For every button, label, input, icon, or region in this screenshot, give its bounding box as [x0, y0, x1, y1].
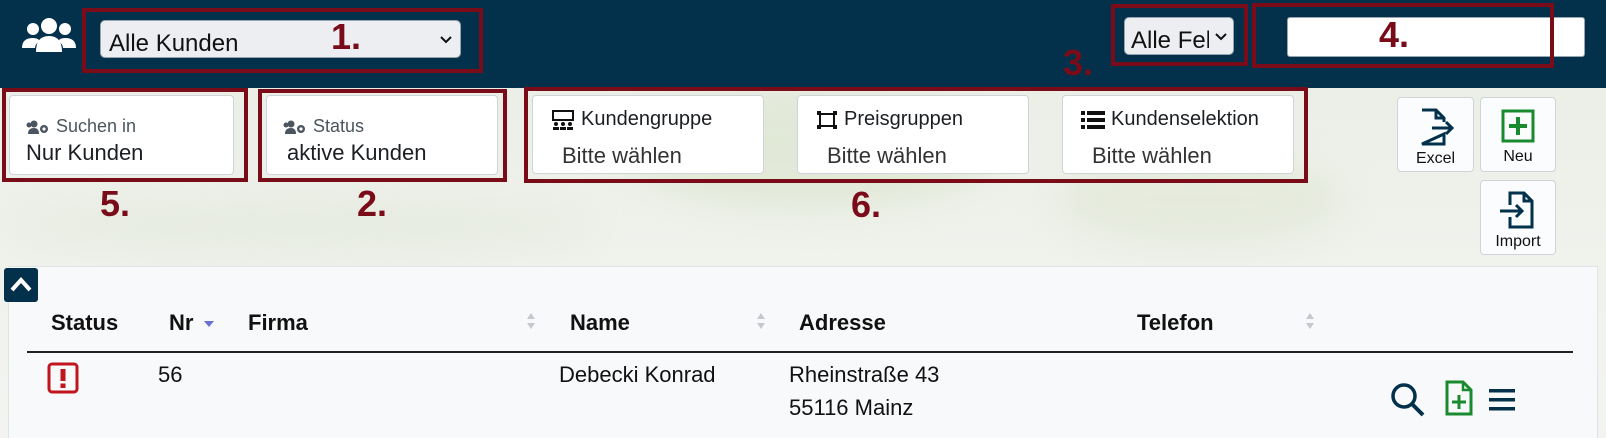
kundengruppe-card[interactable]: Kundengruppe Bitte wählen: [532, 95, 764, 174]
price-group-icon: [817, 110, 837, 129]
search-in-label: Suchen in: [56, 116, 137, 136]
file-import-icon: [1500, 191, 1534, 229]
file-export-icon: [1420, 108, 1454, 146]
preisgruppen-card[interactable]: Preisgruppen Bitte wählen: [797, 95, 1029, 174]
background-blotch: [0, 190, 600, 260]
annotation-frame-3: [1111, 4, 1248, 66]
col-header-telefon[interactable]: Telefon: [1137, 310, 1214, 336]
import-label: Import: [1495, 233, 1541, 250]
list-icon: [1081, 110, 1105, 129]
users-cog-icon: [26, 120, 48, 134]
customer-group-icon: [552, 109, 574, 130]
col-header-name[interactable]: Name: [570, 310, 630, 336]
annotation-4: 4.: [1379, 14, 1410, 55]
search-in-label-row: Suchen in: [26, 116, 136, 137]
users-cog-icon: [283, 120, 305, 134]
header-divider: [27, 351, 1573, 353]
annotation-3: 3.: [1063, 42, 1094, 83]
annotation-frame-1: [82, 8, 483, 73]
annotation-2: 2.: [357, 183, 388, 224]
status-label-row: Status: [283, 116, 364, 137]
status-value: aktive Kunden: [287, 140, 427, 165]
collapse-button[interactable]: [4, 268, 38, 302]
menu-icon[interactable]: [1488, 385, 1516, 415]
import-button[interactable]: Import: [1480, 180, 1556, 255]
kundenselektion-label-row: Kundenselektion: [1081, 108, 1259, 131]
col-header-status[interactable]: Status: [51, 310, 118, 336]
row-street: Rheinstraße 43: [789, 362, 940, 387]
users-icon[interactable]: [22, 16, 76, 56]
col-header-nr[interactable]: Nr: [169, 310, 193, 336]
row-name: Debecki Konrad: [559, 362, 716, 387]
sort-icon[interactable]: [755, 310, 767, 332]
col-header-adresse[interactable]: Adresse: [799, 310, 886, 336]
new-button[interactable]: Neu: [1480, 97, 1556, 172]
status-card[interactable]: Status aktive Kunden: [266, 95, 498, 175]
plus-square-icon: [1501, 109, 1535, 143]
chevron-up-icon: [10, 277, 32, 292]
search-icon[interactable]: [1390, 382, 1426, 418]
new-label: Neu: [1503, 148, 1533, 165]
annotation-5: 5.: [100, 183, 131, 224]
annotation-6: 6.: [851, 184, 882, 225]
kundengruppe-value: Bitte wählen: [562, 143, 682, 168]
sort-icon[interactable]: [1304, 310, 1316, 332]
status-label: Status: [313, 116, 365, 136]
sort-icon[interactable]: [525, 310, 537, 332]
row-city: 55116 Mainz: [789, 395, 914, 420]
kundenselektion-card[interactable]: Kundenselektion Bitte wählen: [1062, 95, 1294, 174]
sort-desc-icon[interactable]: [203, 310, 215, 332]
search-in-card[interactable]: Suchen in Nur Kunden: [9, 95, 234, 175]
annotation-1: 1.: [331, 16, 362, 57]
col-header-firma[interactable]: Firma: [248, 310, 308, 336]
row-nr: 56: [158, 362, 183, 387]
kundengruppe-label: Kundengruppe: [581, 108, 713, 130]
preisgruppen-value: Bitte wählen: [827, 143, 947, 168]
add-document-icon[interactable]: [1445, 380, 1473, 416]
alert-status-icon: [47, 362, 79, 394]
kundengruppe-label-row: Kundengruppe: [551, 108, 712, 131]
preisgruppen-label-row: Preisgruppen: [816, 108, 963, 131]
excel-export-button[interactable]: Excel: [1397, 97, 1474, 172]
excel-label: Excel: [1415, 150, 1456, 167]
kundenselektion-label: Kundenselektion: [1111, 108, 1259, 130]
kundenselektion-value: Bitte wählen: [1092, 143, 1212, 168]
preisgruppen-label: Preisgruppen: [844, 108, 963, 130]
search-in-value: Nur Kunden: [26, 140, 144, 165]
